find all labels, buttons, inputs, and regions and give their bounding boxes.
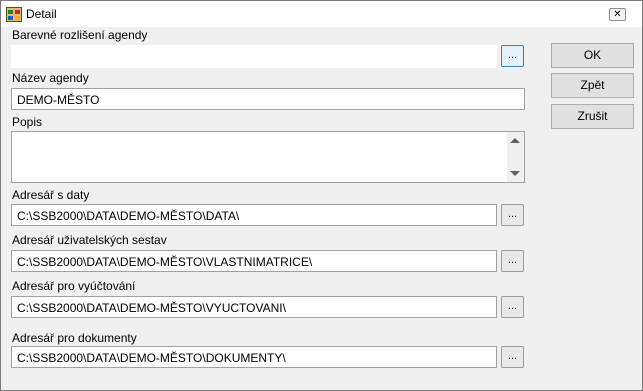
data-dir-input[interactable]: C:\SSB2000\DATA\DEMO-MĚSTO\DATA\ [11, 204, 497, 226]
description-label: Popis [12, 115, 43, 129]
data-dir-label: Adresář s daty [12, 188, 90, 202]
close-button[interactable]: ✕ [609, 8, 626, 21]
scroll-up-icon[interactable] [510, 138, 520, 143]
color-browse-button[interactable]: ... [501, 45, 524, 67]
back-button[interactable]: Zpět [551, 73, 634, 98]
documents-dir-browse-button[interactable]: ... [501, 346, 524, 368]
name-label: Název agendy [12, 71, 89, 85]
close-icon: ✕ [613, 9, 622, 20]
description-scrollbar[interactable] [507, 132, 524, 182]
color-field[interactable] [11, 45, 497, 68]
billing-dir-browse-button[interactable]: ... [501, 296, 524, 318]
documents-dir-input[interactable]: C:\SSB2000\DATA\DEMO-MĚSTO\DOKUMENTY\ [11, 346, 497, 368]
billing-dir-input[interactable]: C:\SSB2000\DATA\DEMO-MĚSTO\VYUCTOVANI\ [11, 296, 497, 318]
documents-dir-label: Adresář pro dokumenty [12, 331, 137, 345]
cancel-button[interactable]: Zrušit [551, 104, 634, 129]
reports-dir-input[interactable]: C:\SSB2000\DATA\DEMO-MĚSTO\VLASTNIMATRIC… [11, 250, 497, 272]
name-input[interactable]: DEMO-MĚSTO [11, 88, 525, 110]
reports-dir-browse-button[interactable]: ... [501, 250, 524, 272]
billing-dir-label: Adresář pro vyúčtování [12, 279, 136, 293]
description-textarea[interactable] [11, 131, 525, 183]
color-label: Barevné rozlišení agendy [12, 28, 148, 42]
reports-dir-label: Adresář uživatelských sestav [12, 233, 167, 247]
app-icon [6, 7, 22, 22]
detail-dialog: Detail ✕ Barevné rozlišení agendy ... Ná… [0, 0, 643, 391]
window-title: Detail [26, 7, 57, 21]
ok-button[interactable]: OK [551, 43, 634, 68]
title-bar: Detail ✕ [1, 1, 642, 27]
scroll-down-icon[interactable] [510, 171, 520, 176]
data-dir-browse-button[interactable]: ... [501, 204, 524, 226]
